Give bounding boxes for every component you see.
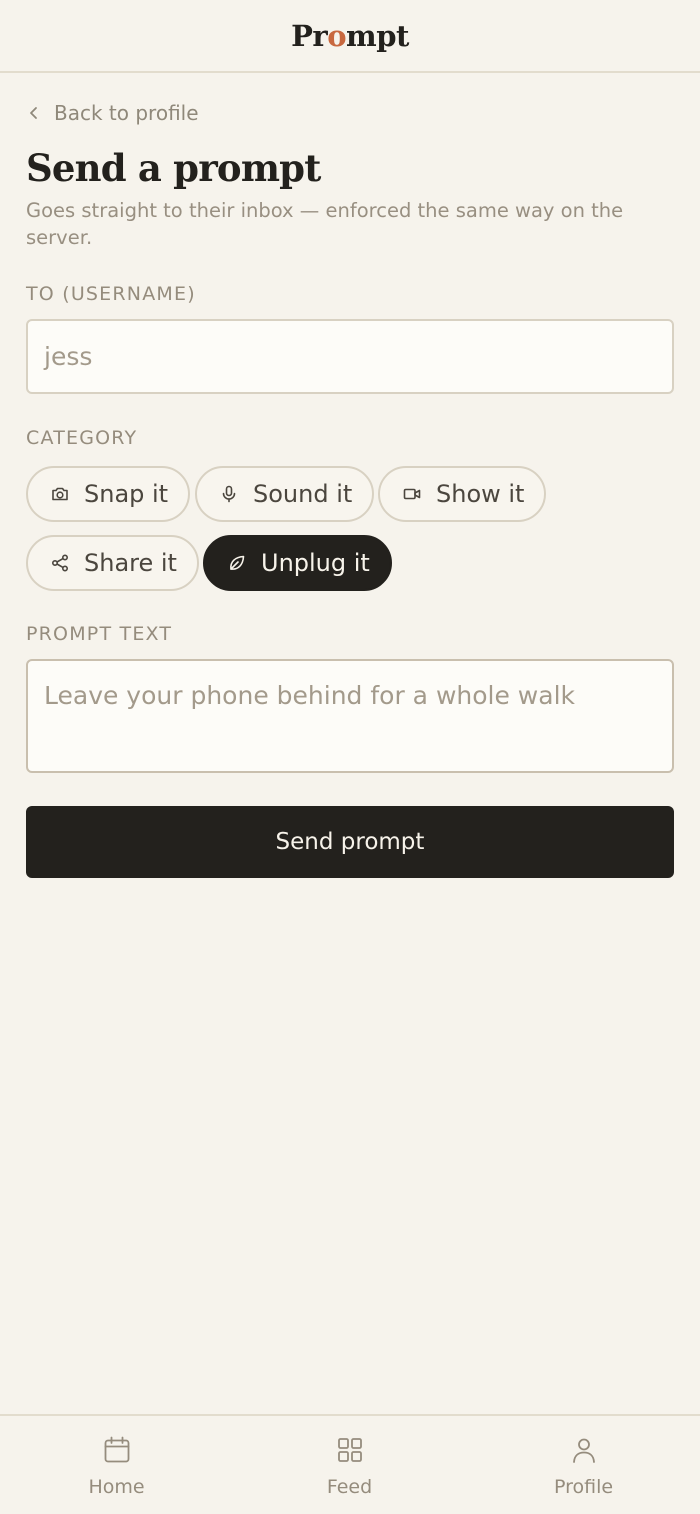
nav-item-profile[interactable]: Profile [467,1416,700,1514]
nav-label: Profile [553,1476,614,1498]
recipient-label: TO (USERNAME) [26,283,196,305]
nav-label: Feed [326,1476,373,1498]
username-input[interactable]: jess [26,319,674,394]
back-link-label: Back to profile [54,101,199,125]
prompt-text-label: PROMPT TEXT [26,623,173,645]
chip-label: Snap it [84,480,169,508]
nav-item-home[interactable]: Home [0,1416,233,1514]
logo-text-end: mpt [346,18,409,53]
username-placeholder: jess [44,342,93,371]
send-button-label: Send prompt [275,829,425,855]
category-label: CATEGORY [26,427,138,449]
user-icon [572,1438,595,1463]
app-logo[interactable]: Prompt [291,19,409,53]
chip-label: Unplug it [261,549,370,577]
top-header: Prompt [0,0,700,73]
microphone-icon [222,485,236,503]
calendar-icon [104,1436,129,1463]
nav-item-feed[interactable]: Feed [233,1416,466,1514]
chip-label: Sound it [253,480,353,508]
camera-icon [52,487,68,501]
video-icon [403,488,421,500]
nav-label: Home [88,1476,145,1498]
grid-icon [337,1438,362,1462]
leaf-icon [230,555,245,570]
chip-label: Show it [436,480,525,508]
share-icon [51,554,69,572]
prompt-text-placeholder: Leave your phone behind for a whole walk [44,681,575,710]
prompt-text-area[interactable]: Leave your phone behind for a whole walk [26,659,674,773]
page-title: Send a prompt [26,146,321,190]
send-prompt-button[interactable]: Send prompt [26,806,674,878]
chevron-left-icon [30,107,37,119]
app-root: Prompt Back to profile Send a prompt Goe… [0,0,700,1514]
category-chip-show[interactable]: Show it [378,466,547,522]
logo-text-accent: o [327,18,347,53]
category-chip-sound[interactable]: Sound it [195,466,375,522]
chip-label: Share it [84,549,177,577]
back-to-profile-link[interactable]: Back to profile [26,98,199,128]
page-subtitle: Goes straight to their inbox — enforced … [26,199,624,249]
logo-text-start: Pr [291,18,328,53]
category-chip-share[interactable]: Share it [26,535,199,591]
category-chip-unplug[interactable]: Unplug it [203,535,392,591]
category-chip-snap[interactable]: Snap it [26,466,191,522]
bottom-nav: Home Feed Profile [0,1414,700,1514]
